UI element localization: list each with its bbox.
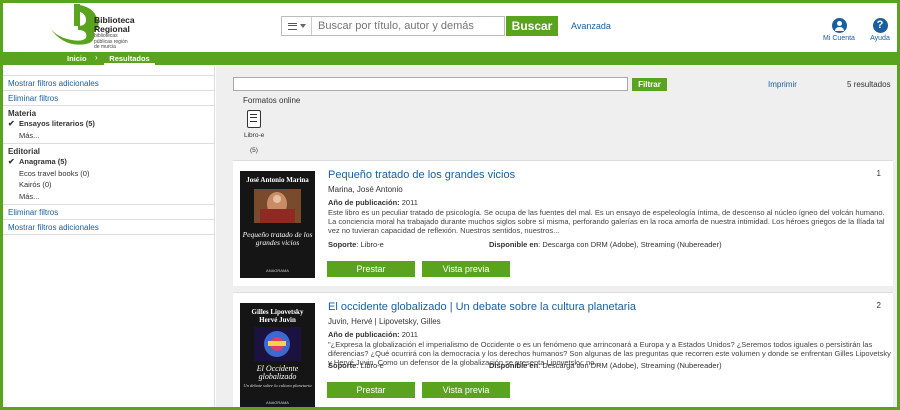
navigation-bar: Inicio › Resultados (0, 52, 900, 65)
print-link[interactable]: Imprimir (768, 80, 797, 89)
logo-title: Biblioteca Regional (94, 15, 135, 34)
filter-item-anagrama[interactable]: ✔ Anagrama (5) (3, 156, 214, 168)
search-input[interactable] (312, 20, 502, 32)
cover-title: Pequeño tratado de los grandes vicios (242, 230, 313, 247)
cover-publisher: ANAGRAMA (266, 268, 289, 273)
preview-button[interactable]: Vista previa (422, 261, 510, 277)
year-value: 2011 (401, 330, 418, 339)
search-bar (281, 16, 505, 36)
help-button[interactable]: ? Ayuda (866, 18, 894, 42)
user-icon (831, 18, 847, 33)
year-value: 2011 (401, 198, 418, 207)
support-value: : Libro-e (356, 361, 384, 370)
filter-item-label: Anagrama (5) (19, 157, 67, 166)
cover-publisher: ANAGRAMA (266, 400, 289, 405)
result-rank: 2 (876, 301, 881, 310)
cover-artwork (254, 189, 301, 223)
cover-author: José Antonio Marina (246, 176, 309, 184)
advanced-search-link[interactable]: Avanzada (571, 21, 611, 31)
filter-heading-editorial: Editorial (8, 147, 41, 156)
nav-results-tab[interactable]: Resultados (104, 52, 155, 65)
filter-more-editorial[interactable]: Más... (3, 191, 214, 203)
checkmark-icon: ✔ (8, 157, 15, 166)
results-count: 5 resultados (847, 80, 891, 89)
filter-item-ensayos-literarios[interactable]: ✔ Ensayos literarios (5) (3, 118, 214, 130)
ebook-format-count: (5) (250, 147, 258, 154)
show-more-filters-link[interactable]: Mostrar filtros adicionales (3, 76, 214, 91)
results-panel: Filtrar Imprimir 5 resultados Formatos o… (216, 66, 897, 410)
sidebar-spacer (3, 66, 214, 76)
filter-item-kairos[interactable]: Kairós (0) (3, 179, 214, 191)
result-item: Gilles Lipovetsky Hervé Juvin El Occiden… (233, 292, 893, 410)
show-more-filters-link-bottom[interactable]: Mostrar filtros adicionales (3, 220, 214, 235)
my-account-button[interactable]: Mi Cuenta (820, 18, 858, 42)
availability-value: : Descarga con DRM (Adobe), Streaming (N… (538, 240, 722, 249)
result-author[interactable]: Marina, José Antonio (328, 185, 403, 194)
remove-filters-link[interactable]: Eliminar filtros (3, 91, 214, 106)
remove-filters-link-bottom[interactable]: Eliminar filtros (3, 205, 214, 220)
filters-sidebar: Mostrar filtros adicionales Eliminar fil… (3, 66, 215, 407)
result-support: Soporte: Libro-e (328, 361, 384, 370)
header: Biblioteca Regional bibliotecas públicas… (0, 0, 900, 52)
cover-subtitle: Un debate sobre la cultura planetaria (243, 383, 312, 388)
filter-group-editorial: Editorial ✔ Anagrama (5) Ecos travel boo… (3, 144, 214, 205)
result-year: Año de publicación: 2011 (328, 330, 418, 339)
help-label: Ayuda (870, 35, 890, 42)
result-description: Este libro es un peculiar tratado de psi… (328, 208, 885, 235)
book-cover[interactable]: Gilles Lipovetsky Hervé Juvin El Occiden… (240, 303, 315, 410)
ebook-format-label[interactable]: Libro-e (244, 132, 264, 139)
support-value: : Libro-e (356, 240, 384, 249)
year-label: Año de publicación: (328, 330, 400, 339)
checkmark-icon: ✔ (8, 119, 15, 128)
result-item: José Antonio Marina Pequeño tratado de l… (233, 160, 893, 286)
cover-artwork (254, 327, 301, 361)
availability-value: : Descarga con DRM (Adobe), Streaming (N… (538, 361, 722, 370)
result-year: Año de publicación: 2011 (328, 198, 418, 207)
preview-button[interactable]: Vista previa (422, 382, 510, 398)
result-title-link[interactable]: El occidente globalizado | Un debate sob… (328, 301, 636, 313)
result-author[interactable]: Juvin, Hervé | Lipovetsky, Gilles (328, 317, 441, 326)
search-type-menu-button[interactable] (282, 17, 312, 35)
support-label: Soporte (328, 240, 357, 249)
ebook-format-icon[interactable] (247, 110, 261, 128)
filter-item-ecos-travel-books[interactable]: Ecos travel books (0) (3, 168, 214, 180)
borrow-button[interactable]: Prestar (327, 382, 415, 398)
borrow-button[interactable]: Prestar (327, 261, 415, 277)
availability-label: Disponible en (489, 361, 539, 370)
online-formats-label: Formatos online (243, 96, 301, 105)
filter-group-materia: Materia ✔ Ensayos literarios (5) Más... (3, 106, 214, 144)
chevron-down-icon (299, 24, 306, 28)
filter-heading-materia: Materia (8, 109, 37, 118)
filter-button[interactable]: Filtrar (632, 78, 667, 91)
book-cover[interactable]: José Antonio Marina Pequeño tratado de l… (240, 171, 315, 278)
cover-title: El Occidente globalizado (256, 364, 299, 381)
help-icon: ? (872, 18, 888, 33)
result-title-link[interactable]: Pequeño tratado de los grandes vicios (328, 169, 515, 181)
result-support: Soporte: Libro-e (328, 240, 384, 249)
chevron-right-icon: › (95, 53, 98, 62)
hamburger-icon (287, 22, 297, 30)
availability-label: Disponible en (489, 240, 539, 249)
filter-more-materia[interactable]: Más... (3, 130, 214, 142)
logo-text: Biblioteca Regional bibliotecas públicas… (94, 16, 135, 51)
result-rank: 1 (876, 169, 881, 178)
result-availability: Disponible en: Descarga con DRM (Adobe),… (489, 240, 722, 249)
nav-home-link[interactable]: Inicio (67, 52, 87, 65)
filter-item-label: Ensayos literarios (5) (19, 119, 95, 128)
search-button[interactable]: Buscar (506, 16, 558, 36)
logo-subtitle: bibliotecas públicas región de murcia (94, 33, 128, 50)
year-label: Año de publicación: (328, 198, 400, 207)
my-account-label: Mi Cuenta (823, 35, 855, 42)
cover-author: Gilles Lipovetsky Hervé Juvin (251, 308, 304, 324)
result-availability: Disponible en: Descarga con DRM (Adobe),… (489, 361, 722, 370)
filter-input[interactable] (233, 77, 628, 91)
support-label: Soporte (328, 361, 357, 370)
